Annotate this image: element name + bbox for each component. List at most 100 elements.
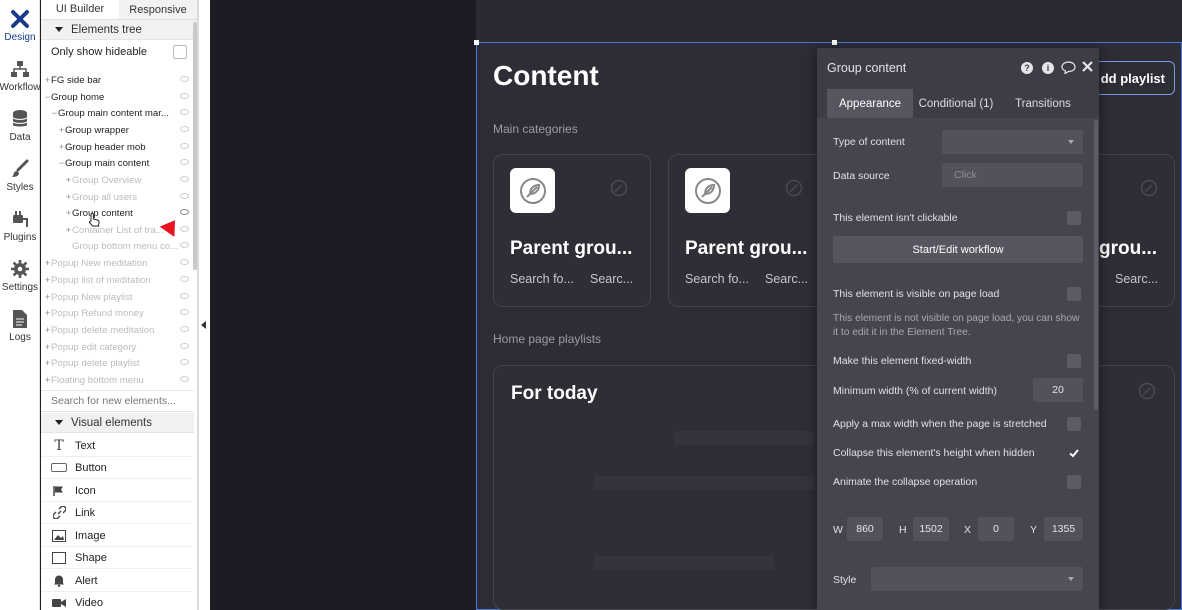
visual-element-video[interactable]: Video <box>41 592 193 610</box>
visible-on-load-checkbox[interactable] <box>1067 287 1081 301</box>
expand-plus-icon[interactable]: + <box>65 225 72 235</box>
help-icon[interactable]: ? <box>1021 62 1033 74</box>
category-card[interactable]: Parent grou... Search fo... Searc... <box>668 154 826 307</box>
width-input[interactable]: 860 <box>847 517 883 541</box>
expand-plus-icon[interactable]: + <box>44 75 51 85</box>
eye-icon[interactable] <box>180 343 189 349</box>
tab-transitions[interactable]: Transitions <box>1003 89 1083 118</box>
tree-row[interactable]: Group bottom menu co... <box>41 238 197 254</box>
rail-settings[interactable]: Settings <box>0 254 40 302</box>
eye-icon[interactable] <box>180 109 189 115</box>
visual-element-alert[interactable]: Alert <box>41 570 193 592</box>
property-editor-header[interactable]: Group content ? i <box>817 48 1099 84</box>
max-width-checkbox[interactable] <box>1067 417 1081 431</box>
tree-row[interactable]: + Group Overview <box>41 172 197 188</box>
expand-plus-icon[interactable]: + <box>44 375 51 385</box>
rail-logs[interactable]: Logs <box>0 304 40 352</box>
expand-plus-icon[interactable]: + <box>58 142 65 152</box>
expand-plus-icon[interactable]: + <box>65 192 72 202</box>
main-categories-label[interactable]: Main categories <box>493 122 578 136</box>
eye-icon[interactable] <box>180 309 189 315</box>
tab-appearance[interactable]: Appearance <box>827 89 913 118</box>
visual-elements-header[interactable]: Visual elements <box>41 413 194 433</box>
visual-element-shape[interactable]: Shape <box>41 547 193 569</box>
expand-plus-icon[interactable]: + <box>44 325 51 335</box>
eye-icon[interactable] <box>180 159 189 165</box>
tab-conditional[interactable]: Conditional (1) <box>913 89 999 118</box>
collapse-height-checkbox[interactable] <box>1067 446 1081 460</box>
search-new-elements-input[interactable] <box>41 390 194 412</box>
rail-design[interactable]: Design <box>0 4 40 52</box>
close-icon[interactable] <box>1082 61 1093 75</box>
tab-responsive[interactable]: Responsive <box>119 0 197 19</box>
expand-plus-icon[interactable]: + <box>65 175 72 185</box>
x-input[interactable]: 0 <box>978 517 1014 541</box>
eye-icon[interactable] <box>180 293 189 299</box>
tree-row[interactable]: + FG side bar <box>41 72 197 88</box>
collapse-minus-icon[interactable]: − <box>44 92 51 102</box>
property-editor-scrollbar[interactable] <box>1094 120 1098 410</box>
eye-icon[interactable] <box>180 176 189 182</box>
tree-row[interactable]: + Group wrapper <box>41 122 197 138</box>
expand-plus-icon[interactable]: + <box>58 125 65 135</box>
eye-icon[interactable] <box>180 376 189 382</box>
expand-plus-icon[interactable]: + <box>44 258 51 268</box>
expand-plus-icon[interactable]: + <box>44 308 51 318</box>
collapse-minus-icon[interactable]: − <box>51 108 58 118</box>
tree-row[interactable]: + Popup edit category <box>41 339 197 355</box>
expand-plus-icon[interactable]: + <box>65 208 72 218</box>
visual-element-link[interactable]: Link <box>41 502 193 524</box>
rail-styles[interactable]: Styles <box>0 154 40 202</box>
not-clickable-checkbox[interactable] <box>1067 211 1081 225</box>
home-page-playlists-label[interactable]: Home page playlists <box>493 332 601 346</box>
collapse-minus-icon[interactable]: − <box>58 158 65 168</box>
tree-row[interactable]: + Popup New meditation <box>41 255 197 271</box>
min-width-input[interactable]: 20 <box>1033 378 1083 402</box>
tree-scrollbar[interactable] <box>193 22 197 270</box>
eye-icon[interactable] <box>180 359 189 365</box>
eye-icon[interactable] <box>180 76 189 82</box>
tree-row[interactable]: + Group header mob <box>41 139 197 155</box>
info-icon[interactable]: i <box>1042 62 1054 74</box>
visual-element-icon[interactable]: Icon <box>41 480 193 502</box>
tree-row[interactable]: + Group all users <box>41 189 197 205</box>
eye-icon[interactable] <box>180 259 189 265</box>
style-dropdown[interactable] <box>871 567 1083 591</box>
eye-icon[interactable] <box>180 242 189 248</box>
panel-splitter[interactable] <box>198 0 210 610</box>
eye-icon[interactable] <box>180 209 189 215</box>
eye-icon[interactable] <box>180 326 189 332</box>
resize-handle[interactable] <box>474 40 479 45</box>
data-source-input[interactable] <box>942 163 1083 187</box>
elements-tree-header[interactable]: Elements tree <box>41 20 197 40</box>
tab-ui-builder[interactable]: UI Builder <box>41 0 119 19</box>
rail-plugins[interactable]: Plugins <box>0 204 40 252</box>
expand-plus-icon[interactable]: + <box>44 358 51 368</box>
fixed-width-checkbox[interactable] <box>1067 354 1081 368</box>
tree-row[interactable]: + Floating bottom menu <box>41 372 197 388</box>
start-edit-workflow-button[interactable]: Start/Edit workflow <box>833 236 1083 263</box>
tree-row[interactable]: + Popup Refund money <box>41 305 197 321</box>
content-heading[interactable]: Content <box>493 60 599 92</box>
resize-handle[interactable] <box>832 40 837 45</box>
eye-icon[interactable] <box>180 276 189 282</box>
rail-workflow[interactable]: Workflow <box>0 54 40 102</box>
only-show-hideable-toggle[interactable]: Only show hideable <box>41 40 197 64</box>
tree-row[interactable]: + Popup delete meditation <box>41 322 197 338</box>
tree-row[interactable]: + Popup delete playlist <box>41 355 197 371</box>
y-input[interactable]: 1355 <box>1044 517 1083 541</box>
visual-element-button[interactable]: Button <box>41 457 193 479</box>
collapse-panel-arrow-icon[interactable] <box>201 321 206 329</box>
expand-plus-icon[interactable]: + <box>44 292 51 302</box>
visual-element-image[interactable]: Image <box>41 525 193 547</box>
tree-row[interactable]: − Group main content <box>41 155 197 171</box>
comment-icon[interactable] <box>1061 61 1076 77</box>
eye-icon[interactable] <box>180 126 189 132</box>
eye-icon[interactable] <box>180 143 189 149</box>
category-card[interactable]: Parent grou... Search fo... Searc... <box>493 154 651 307</box>
only-show-hideable-checkbox[interactable] <box>173 45 187 59</box>
rail-data[interactable]: Data <box>0 104 40 152</box>
height-input[interactable]: 1502 <box>913 517 949 541</box>
animate-collapse-checkbox[interactable] <box>1067 475 1081 489</box>
type-of-content-dropdown[interactable] <box>942 130 1083 154</box>
